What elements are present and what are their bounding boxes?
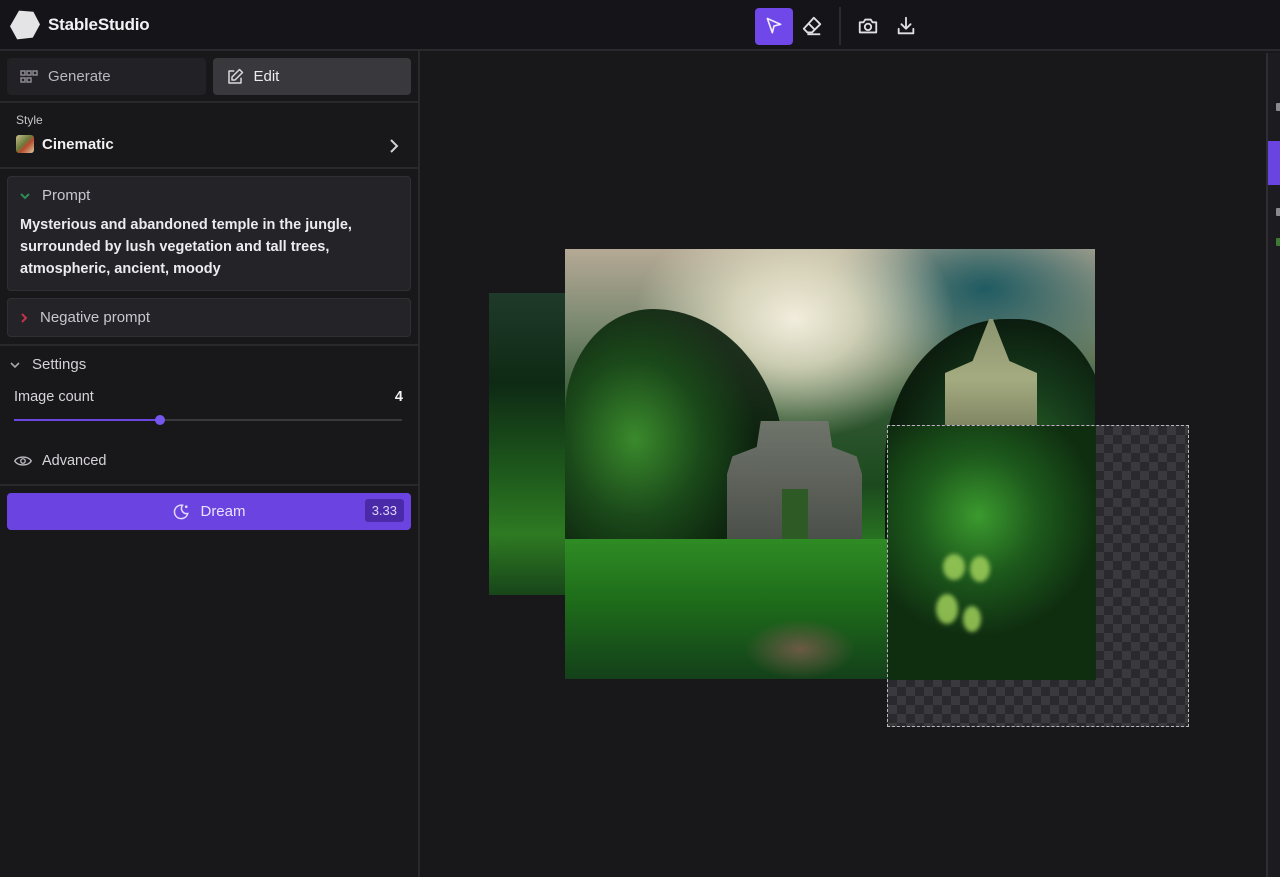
snapshot-button[interactable] <box>849 8 887 45</box>
top-bar: StableStudio <box>0 0 1280 51</box>
image-bokeh <box>943 554 965 580</box>
download-button[interactable] <box>887 8 925 45</box>
right-panel-active-tab[interactable] <box>1268 141 1280 185</box>
moon-stars-icon <box>174 503 190 519</box>
settings-label: Settings <box>32 356 87 373</box>
advanced-label: Advanced <box>42 453 107 469</box>
selection-image-overlap <box>888 426 1096 680</box>
negative-prompt-toggle[interactable]: Negative prompt <box>8 299 410 336</box>
hexagon-logo-icon <box>10 10 40 40</box>
download-icon <box>897 16 915 35</box>
section-divider <box>0 484 418 486</box>
credit-cost-badge: 3.33 <box>364 499 404 522</box>
chevron-right-icon <box>390 139 399 153</box>
image-count-slider[interactable] <box>14 415 402 425</box>
canvas-area[interactable] <box>422 53 1266 877</box>
image-bokeh <box>963 606 981 632</box>
app-logo[interactable]: StableStudio <box>10 10 150 40</box>
image-count-row: Image count 4 <box>0 389 418 405</box>
style-value: Cinematic <box>42 135 114 153</box>
prompt-toggle[interactable]: Prompt <box>8 177 410 214</box>
sidebar: Generate Edit Style Cinematic Prompt Mys… <box>0 51 420 877</box>
edit-icon <box>227 68 243 84</box>
style-selector[interactable]: Style Cinematic <box>0 103 418 169</box>
eraser-tool-button[interactable] <box>793 8 831 45</box>
chevron-down-icon <box>10 361 20 368</box>
dream-button[interactable]: Dream 3.33 <box>7 493 411 530</box>
grid-icon <box>20 69 38 83</box>
style-label: Style <box>16 113 43 127</box>
generate-label: Generate <box>48 68 111 85</box>
style-thumbnail-icon <box>16 135 34 153</box>
image-bokeh <box>970 556 990 582</box>
canvas-toolbar <box>755 7 925 45</box>
image-count-label: Image count <box>14 389 94 405</box>
image-bokeh <box>936 594 958 624</box>
edit-mode-button[interactable]: Edit <box>212 58 411 95</box>
settings-toggle[interactable]: Settings <box>0 346 418 383</box>
mode-switcher: Generate Edit <box>0 51 418 103</box>
prompt-input[interactable]: Mysterious and abandoned temple in the j… <box>8 214 410 290</box>
prompt-label: Prompt <box>42 187 91 204</box>
eraser-icon <box>802 16 822 36</box>
image-temple-door <box>782 489 808 539</box>
eye-icon <box>14 456 32 466</box>
edit-label: Edit <box>253 68 280 85</box>
slider-thumb[interactable] <box>154 415 165 425</box>
cursor-arrow-icon <box>766 17 782 34</box>
dream-label: Dream <box>200 503 246 520</box>
panel-handle-icon[interactable] <box>1276 103 1280 111</box>
slider-fill <box>14 419 160 421</box>
toolbar-divider <box>839 7 841 45</box>
select-tool-button[interactable] <box>755 7 793 45</box>
chevron-down-icon <box>20 192 30 199</box>
panel-handle-icon[interactable] <box>1276 208 1280 216</box>
right-panel-edge <box>1266 53 1280 877</box>
selection-box[interactable] <box>887 425 1189 727</box>
chevron-right-icon <box>21 312 28 323</box>
image-count-value: 4 <box>394 389 403 405</box>
prompt-card: Prompt Mysterious and abandoned temple i… <box>7 176 411 291</box>
image-path <box>745 619 855 679</box>
camera-icon <box>858 18 878 34</box>
negative-prompt-label: Negative prompt <box>40 309 151 326</box>
app-name: StableStudio <box>48 15 150 34</box>
negative-prompt-card: Negative prompt <box>7 298 411 337</box>
generate-mode-button[interactable]: Generate <box>7 58 206 95</box>
advanced-toggle[interactable]: Advanced <box>0 453 418 469</box>
panel-thumbnail-icon[interactable] <box>1276 238 1280 246</box>
